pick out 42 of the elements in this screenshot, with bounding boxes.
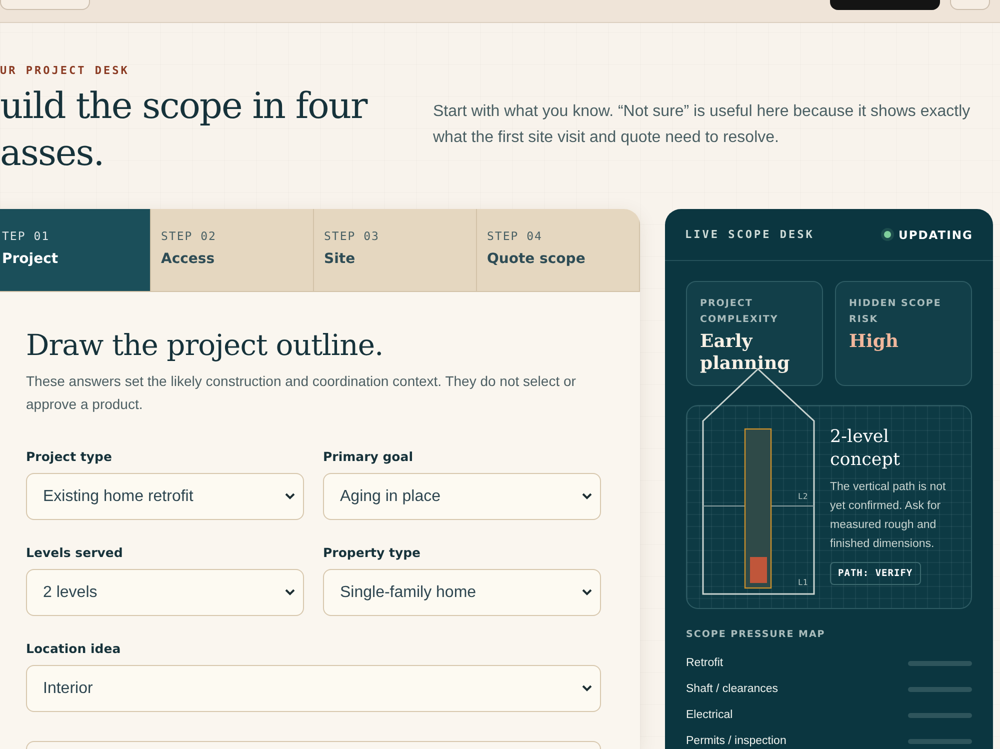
chevron-icon [582,685,592,692]
status-dot [884,231,892,238]
select-field[interactable]: Interior [26,665,601,712]
metric-value: High [849,331,900,353]
pressure-label: Shaft / clearances [686,683,778,695]
section-title: SCOPE PRESSURE MAP [686,629,826,640]
form-description: These answers set the likely construction and coordination context. They do not select or approve a product. [26,372,577,414]
nav-button[interactable] [830,0,940,10]
field-label: Primary goal [323,449,414,464]
chevron-icon [285,493,295,500]
metric-label: PROJECT COMPLEXITY [700,297,780,327]
field-label: Property type [323,545,422,560]
select-field[interactable]: 2 levels [26,569,304,616]
step-tab[interactable]: STEP 02 Access [151,209,314,291]
chevron-icon [582,493,592,500]
concept-title: 2-level concept [830,426,901,472]
field-label: Project type [26,449,113,464]
pressure-label: Electrical [686,709,733,721]
level-label: L2 [798,492,808,501]
chevron-icon [582,589,592,596]
page-title: uild the scope in four asses. [0,85,367,176]
concept-text: The vertical path is not yet confirmed. Ask for measured rough and finished dimensions. [830,480,947,552]
metric-label: HIDDEN SCOPE RISK [849,297,942,327]
form-title: Draw the project outline. [26,328,384,362]
step-tab[interactable]: STEP 03 Site [314,209,477,291]
panel-title: LIVE SCOPE DESK [685,228,814,241]
eyebrow-label: UR PROJECT DESK [0,64,130,77]
pressure-label: Permits / inspection [686,735,786,747]
path-badge: PATH: VERIFY [830,562,921,585]
status-label: UPDATING [898,228,973,242]
step-tab[interactable]: STEP 04 Quote scope [477,209,640,291]
select-field[interactable]: Existing home retrofit [26,473,304,520]
pressure-label: Retrofit [686,657,724,669]
select-field[interactable]: Aging in place [323,473,601,520]
chevron-icon [285,589,295,596]
level-label: L1 [798,578,808,587]
select-field[interactable]: Single-family home [323,569,601,616]
field-label: Levels served [26,545,124,560]
intro-text: Start with what you know. “Not sure” is useful here because it shows exactly what the first site visit and quote need to resolve. [433,102,972,148]
step-tab[interactable]: TEP 01 Project [0,209,151,291]
field-label: Location idea [26,641,122,656]
metric-value: Early planning [700,331,791,375]
